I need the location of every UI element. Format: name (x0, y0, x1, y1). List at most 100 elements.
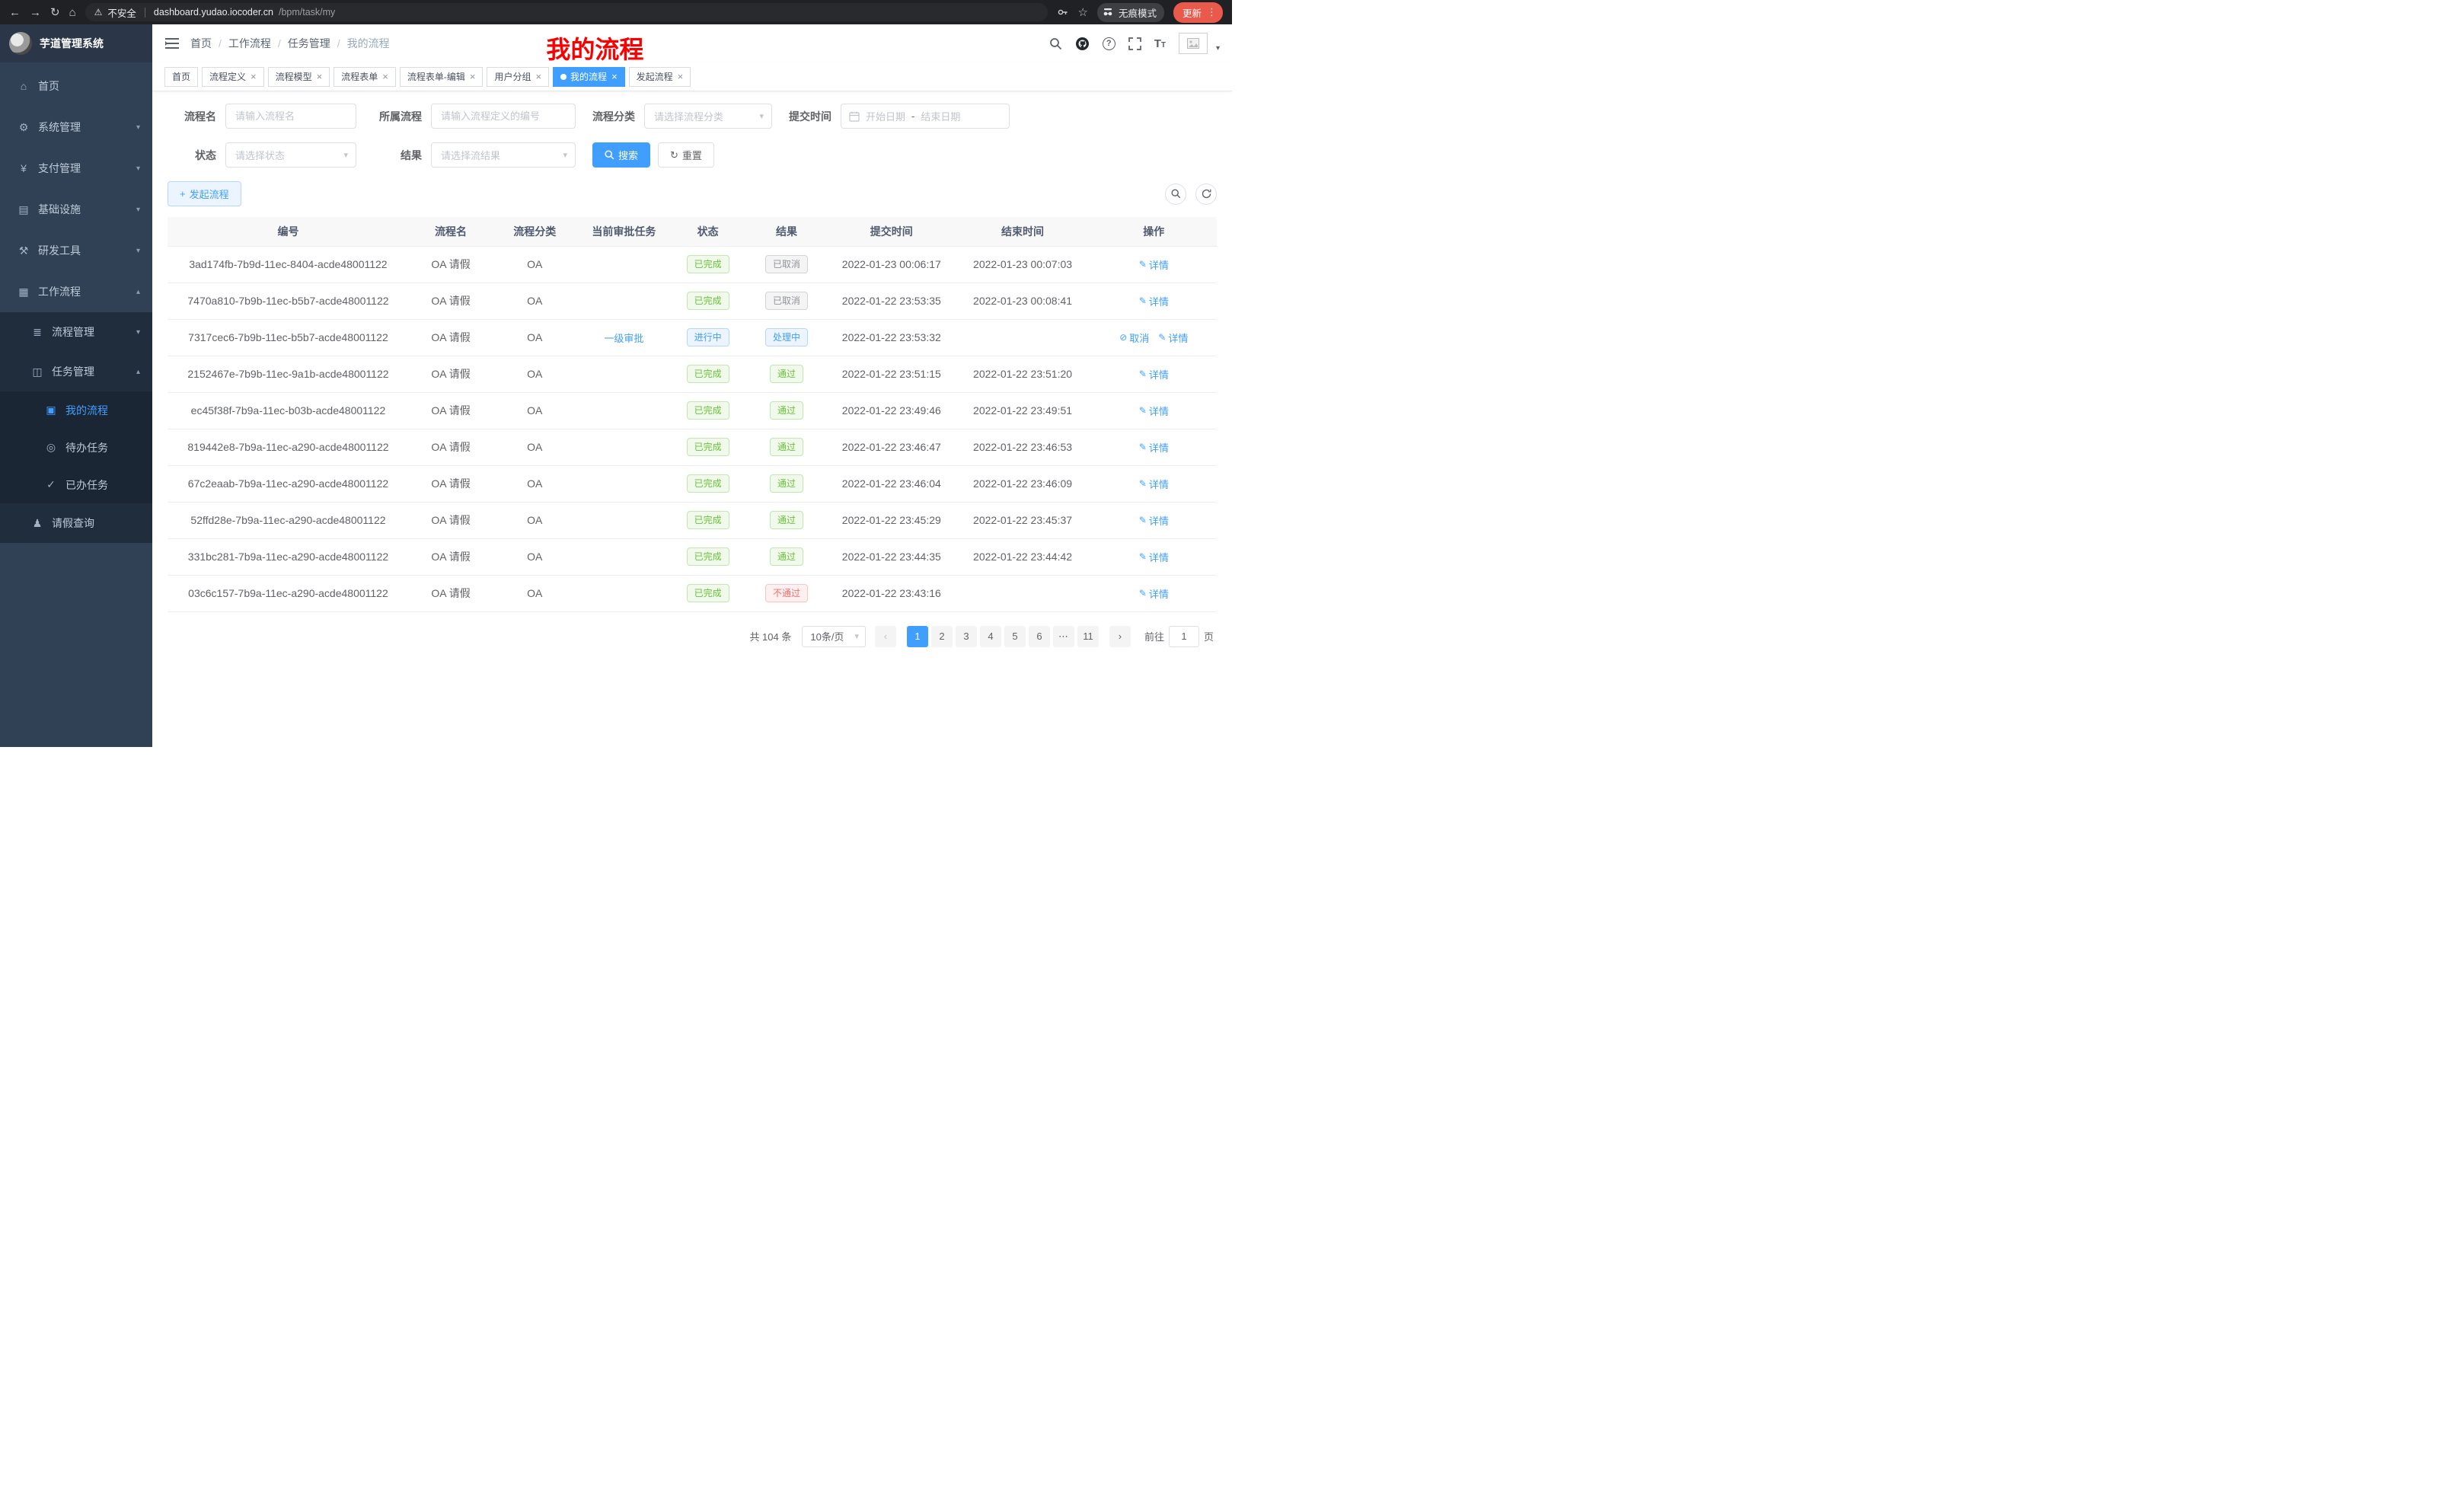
address-bar[interactable]: ⚠ 不安全 dashboard.yudao.iocoder.cn /bpm/ta… (85, 3, 1048, 21)
page-11-button[interactable]: 11 (1077, 626, 1099, 647)
cell-id: 331bc281-7b9a-11ec-a290-acde48001122 (168, 538, 409, 575)
close-icon[interactable]: × (611, 71, 618, 82)
sidebar-item-home[interactable]: ⌂首页 (0, 65, 152, 107)
tab-process-form-edit[interactable]: 流程表单-编辑× (400, 67, 484, 87)
avatar[interactable] (1179, 33, 1208, 54)
owner-process-input[interactable] (431, 104, 576, 129)
page-6-button[interactable]: 6 (1029, 626, 1050, 647)
chevron-down-icon: ▾ (136, 123, 140, 132)
create-process-button[interactable]: + 发起流程 (168, 181, 241, 206)
table-row: 331bc281-7b9a-11ec-a290-acde48001122OA 请… (168, 538, 1217, 575)
reload-icon[interactable]: ↻ (50, 7, 60, 18)
status-tag: 已完成 (687, 292, 729, 310)
detail-link[interactable]: ✎详情 (1139, 477, 1169, 491)
content: 流程名 所属流程 流程分类 请选择流程分类 ▾ 提交时间 (152, 91, 1232, 747)
page-1-button[interactable]: 1 (907, 626, 928, 647)
cancel-link[interactable]: ⊘取消 (1119, 330, 1149, 345)
sidebar-item-infrastructure[interactable]: ▤基础设施▾ (0, 189, 152, 230)
sidebar-item-workflow[interactable]: ▦工作流程▴ (0, 271, 152, 312)
cell-category: OA (493, 502, 576, 538)
page-jump-input[interactable] (1169, 626, 1199, 647)
cell-status: 已完成 (671, 429, 744, 465)
todo-tasks-icon: ◎ (43, 441, 59, 454)
sidebar-item-leave-query[interactable]: ♟请假查询 (0, 503, 152, 543)
detail-link[interactable]: ✎详情 (1139, 294, 1169, 308)
hamburger-icon[interactable] (164, 37, 180, 49)
chevron-down-icon[interactable]: ▾ (1216, 44, 1220, 53)
page-3-button[interactable]: 3 (956, 626, 977, 647)
cell-result: 处理中 (745, 319, 828, 356)
system-icon: ⚙ (15, 121, 32, 134)
process-name-input[interactable] (225, 104, 356, 129)
submit-time-range-picker[interactable]: 开始日期 - 结束日期 (841, 104, 1010, 129)
tab-process-form[interactable]: 流程表单× (334, 67, 396, 87)
tab-home[interactable]: 首页 (164, 67, 198, 87)
page-size-select[interactable]: 10条/页 ▾ (802, 626, 866, 647)
breadcrumb-item[interactable]: 首页 (190, 36, 212, 51)
browser-menu-icon[interactable]: ⋮ (1207, 6, 1217, 18)
sidebar-item-my-process[interactable]: ▣我的流程 (0, 391, 152, 429)
close-icon[interactable]: × (470, 71, 476, 82)
sidebar-item-payment[interactable]: ¥支付管理▾ (0, 148, 152, 189)
detail-link[interactable]: ✎详情 (1139, 404, 1169, 418)
sidebar-item-todo-tasks[interactable]: ◎待办任务 (0, 429, 152, 466)
breadcrumb-item[interactable]: 工作流程 (228, 36, 271, 51)
tab-start-process[interactable]: 发起流程× (629, 67, 691, 87)
prev-page-button[interactable]: ‹ (875, 626, 896, 647)
search-icon[interactable] (1049, 37, 1062, 50)
fullscreen-icon[interactable] (1128, 37, 1141, 50)
update-button[interactable]: 更新 ⋮ (1173, 2, 1223, 23)
sidebar-item-done-tasks[interactable]: ✓已办任务 (0, 466, 152, 503)
table-toolbar: + 发起流程 (168, 181, 1217, 206)
bookmark-star-icon[interactable]: ☆ (1078, 7, 1088, 18)
tab-process-model[interactable]: 流程模型× (268, 67, 330, 87)
page-2-button[interactable]: 2 (931, 626, 953, 647)
refresh-button[interactable] (1195, 184, 1217, 205)
detail-link[interactable]: ✎详情 (1139, 257, 1169, 272)
current-task-link[interactable]: 一级审批 (604, 333, 643, 344)
breadcrumb-item[interactable]: 任务管理 (288, 36, 330, 51)
reset-button[interactable]: ↻ 重置 (658, 142, 714, 168)
help-icon[interactable]: ? (1103, 37, 1116, 50)
browser-home-icon[interactable]: ⌂ (69, 7, 76, 18)
incognito-label: 无痕模式 (1119, 5, 1157, 20)
password-key-icon[interactable] (1057, 6, 1069, 18)
detail-link[interactable]: ✎详情 (1139, 367, 1169, 381)
github-icon[interactable] (1075, 37, 1090, 51)
close-icon[interactable]: × (678, 71, 684, 82)
result-label: 结果 (373, 148, 422, 163)
close-icon[interactable]: × (317, 71, 323, 82)
detail-link[interactable]: ✎详情 (1139, 440, 1169, 455)
close-icon[interactable]: × (382, 71, 388, 82)
result-select[interactable]: 请选择流结果 ▾ (431, 142, 576, 168)
category-select[interactable]: 请选择流程分类 ▾ (644, 104, 772, 129)
cell-result: 通过 (745, 356, 828, 392)
back-icon[interactable]: ← (9, 7, 21, 18)
detail-link[interactable]: ✎详情 (1139, 513, 1169, 528)
sidebar-item-process-management[interactable]: ≣流程管理▾ (0, 312, 152, 352)
toggle-search-button[interactable] (1165, 184, 1186, 205)
sidebar-item-task-management[interactable]: ◫任务管理▴ (0, 352, 152, 391)
detail-link[interactable]: ✎详情 (1139, 550, 1169, 564)
status-select[interactable]: 请选择状态 ▾ (225, 142, 356, 168)
sidebar-item-system[interactable]: ⚙系统管理▾ (0, 107, 152, 148)
result-placeholder: 请选择流结果 (441, 148, 500, 162)
tab-my-process[interactable]: 我的流程× (553, 67, 625, 87)
next-page-button[interactable]: › (1109, 626, 1131, 647)
page-4-button[interactable]: 4 (980, 626, 1001, 647)
font-size-icon[interactable]: TT (1154, 37, 1166, 50)
tab-user-group[interactable]: 用户分组× (487, 67, 549, 87)
close-icon[interactable]: × (251, 71, 257, 82)
pager-more-button[interactable]: ⋯ (1053, 626, 1074, 647)
detail-link[interactable]: ✎详情 (1139, 586, 1169, 601)
close-icon[interactable]: × (535, 71, 541, 82)
detail-link[interactable]: ✎详情 (1158, 330, 1188, 345)
sidebar-item-devtools[interactable]: ⚒研发工具▾ (0, 230, 152, 271)
page-5-button[interactable]: 5 (1004, 626, 1026, 647)
app-logo[interactable]: 芋道管理系统 (0, 24, 152, 62)
cell-process-name: OA 请假 (409, 283, 493, 319)
search-button[interactable]: 搜索 (592, 142, 650, 168)
forward-icon[interactable]: → (30, 7, 41, 18)
tab-process-definition[interactable]: 流程定义× (202, 67, 264, 87)
status-tag: 进行中 (687, 328, 729, 346)
